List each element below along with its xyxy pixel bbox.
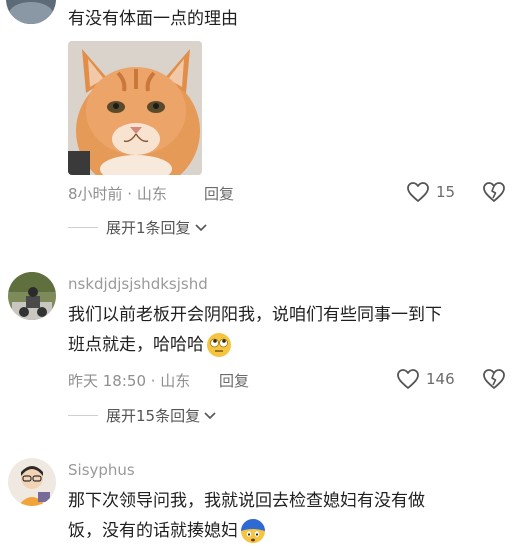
dislike-button[interactable] [482,180,506,204]
like-button[interactable]: 146 [396,367,455,391]
comment-text-line: 班点就走，哈哈哈 [68,335,204,355]
avatar[interactable] [8,272,56,320]
comment-text-line: 我们以前老板开会阴阳我，说咱们有些同事一到下 [68,305,442,325]
comment-text: 那下次领导问我，我就说回去检查媳妇有没有做 饭，没有的话就揍媳妇 [68,486,508,546]
username[interactable]: Sisyphus [68,461,135,479]
rolling-eyes-emoji-icon [206,332,232,358]
comment-text: 有没有体面一点的理由 [68,9,238,29]
like-count: 15 [436,183,456,201]
heart-outline-icon [397,369,419,389]
like-button[interactable]: 15 [406,180,455,204]
comment-text-line: 那下次领导问我，我就说回去检查媳妇有没有做 [68,491,425,511]
reply-button[interactable]: 回复 [219,370,249,391]
like-count: 146 [426,370,455,388]
dislike-button[interactable] [482,367,506,391]
divider [68,227,98,228]
reply-button[interactable]: 回复 [204,183,234,204]
expand-replies-button[interactable]: 展开15条回复 [68,405,216,426]
chevron-down-icon [204,411,216,419]
chevron-down-icon [194,223,207,231]
avatar[interactable] [6,0,56,24]
cat-photo-icon [68,41,202,175]
expand-replies-button[interactable]: 展开1条回复 [68,217,207,238]
expand-replies-label: 展开1条回复 [106,219,191,237]
avatar[interactable] [8,458,56,506]
broken-heart-icon [483,182,505,202]
comment-meta: 昨天 18:50 · 山东 [68,372,191,390]
comment-text: 我们以前老板开会阴阳我，说咱们有些同事一到下 班点就走，哈哈哈 [68,300,508,360]
comment-image[interactable] [68,41,202,175]
username[interactable]: nskdjdjsjshdksjshd [68,275,208,293]
comment-text-line: 饭，没有的话就揍媳妇 [68,521,238,541]
broken-heart-icon [483,369,505,389]
blue-face-emoji-icon [240,518,266,544]
divider [68,415,98,416]
expand-replies-label: 展开15条回复 [106,407,201,425]
comment-meta: 8小时前 · 山东 [68,185,167,203]
heart-outline-icon [407,182,429,202]
